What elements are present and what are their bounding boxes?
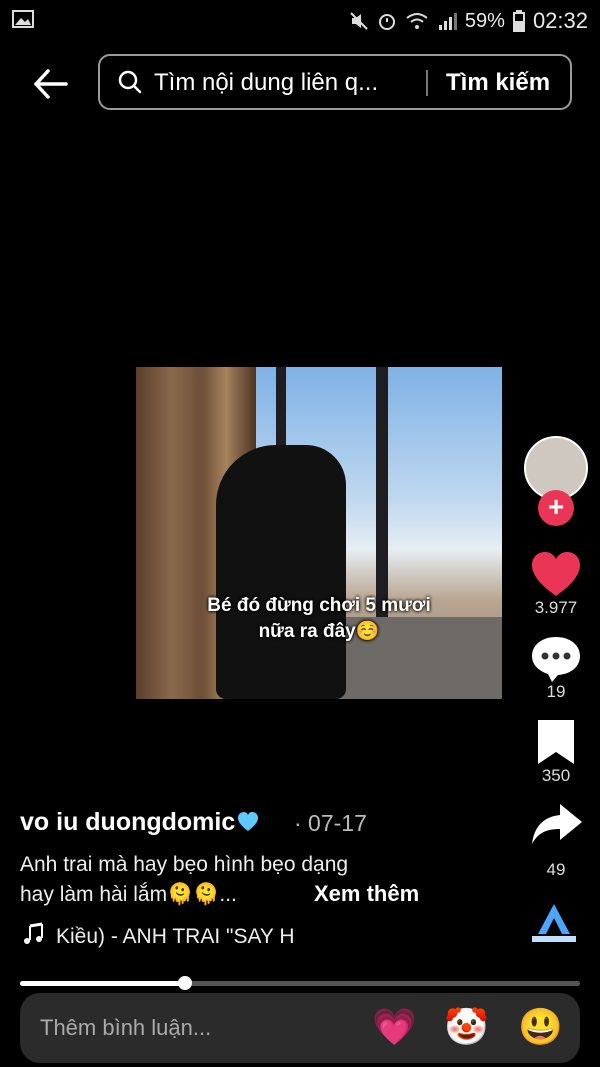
bookmark-icon[interactable] [528, 718, 584, 768]
username-text: vo iu duongdomic [20, 808, 236, 836]
quick-emoji-clown[interactable]: 🤡 [444, 1005, 489, 1049]
video-caption-line2: nữa ra đây☺️ [258, 621, 380, 642]
comment-bar[interactable]: Thêm bình luận... 💗 🤡 😃 [20, 993, 580, 1063]
battery-percent: 59% [464, 9, 505, 32]
quick-emoji-heart[interactable]: 💗 [372, 1005, 417, 1049]
blue-heart-icon [238, 812, 259, 831]
wifi-icon [406, 13, 428, 29]
video-caption: Bé đó đừng chơi 5 mươi nữa ra đây☺️ [136, 593, 502, 645]
clock: 02:32 [532, 8, 588, 33]
status-bar: 59% 02:32 [0, 0, 600, 40]
video-frame[interactable]: Bé đó đừng chơi 5 mươi nữa ra đây☺️ [136, 367, 502, 699]
see-more-link[interactable]: Xem thêm [314, 881, 419, 907]
post-date: · 07-17 [294, 810, 367, 836]
progress-knob[interactable] [178, 976, 192, 990]
progress-fill [20, 981, 185, 986]
like-count: 3.977 [534, 598, 578, 617]
comment-input[interactable]: Thêm bình luận... [40, 1015, 211, 1041]
video-person [216, 445, 346, 699]
follow-button[interactable]: + [538, 490, 574, 526]
back-arrow-icon[interactable] [30, 64, 70, 104]
search-input[interactable]: Tìm nội dung liên q... [154, 69, 378, 97]
mute-icon [350, 12, 368, 30]
share-count: 49 [546, 860, 566, 879]
signal-icon [438, 13, 457, 30]
description-line1: Anh trai mà hay bẹo hình bẹo dạng [20, 853, 349, 876]
search-box[interactable]: Tìm nội dung liên q... Tìm kiếm [98, 54, 572, 110]
music-note-icon [24, 922, 43, 944]
like-heart-icon[interactable] [528, 550, 584, 600]
comment-bubble-icon[interactable] [528, 634, 584, 684]
alarm-icon [378, 14, 395, 30]
share-arrow-icon[interactable] [528, 800, 584, 850]
battery-icon [512, 10, 525, 32]
quick-emoji-smile[interactable]: 😃 [518, 1005, 563, 1049]
gallery-icon [12, 10, 34, 28]
username[interactable]: vo iu duongdomic [20, 808, 259, 837]
description-line2: hay làm hài lắm🫠🫠... [20, 883, 237, 906]
search-icon [118, 70, 142, 94]
search-divider [426, 70, 428, 96]
video-caption-line1: Bé đó đừng chơi 5 mươi [207, 595, 431, 616]
save-count: 350 [541, 766, 571, 785]
comment-count: 19 [546, 682, 566, 701]
music-title[interactable]: Kiều) - ANH TRAI "SAY H [56, 925, 295, 949]
search-button[interactable]: Tìm kiếm [446, 69, 550, 97]
music-disc-icon[interactable] [522, 898, 586, 958]
